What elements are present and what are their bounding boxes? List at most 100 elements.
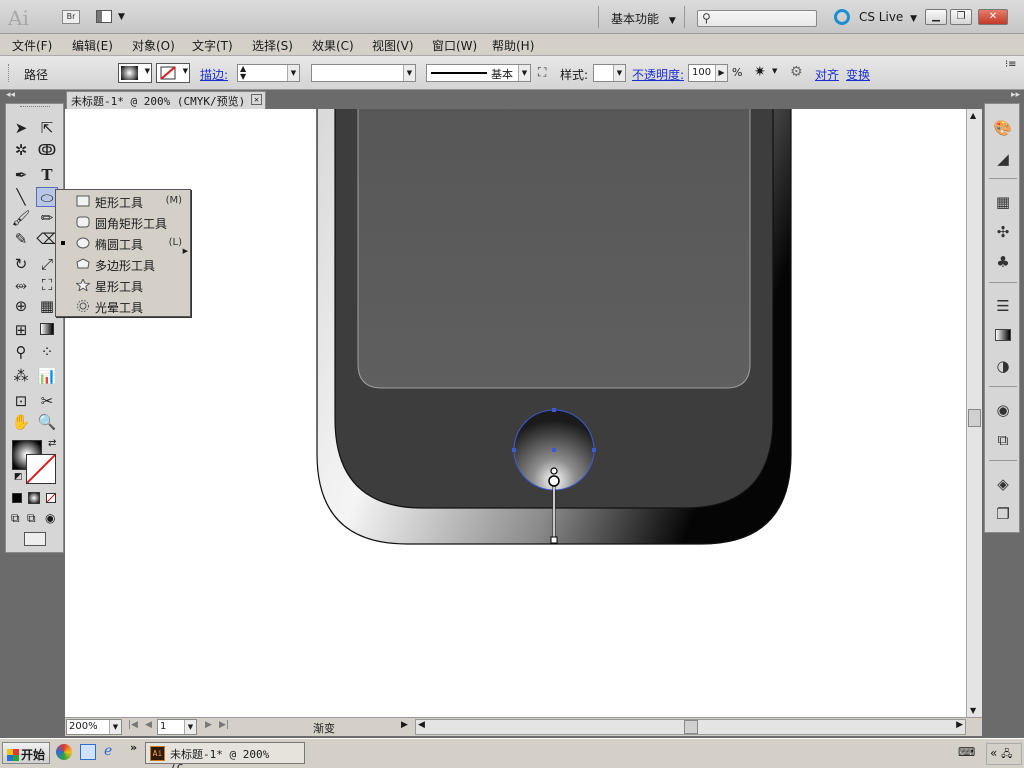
color-guide-icon[interactable]: ◢ (991, 148, 1015, 170)
stroke-icon[interactable]: ☰ (991, 295, 1015, 317)
panel-menu-icon[interactable]: ⁝≡ (1005, 59, 1017, 70)
variable-width-profile-dropdown[interactable]: ▼ (311, 64, 416, 82)
stroke-swatch[interactable]: ▼ (156, 63, 190, 83)
none-mode-icon[interactable] (46, 493, 56, 503)
menu-edit[interactable]: 编辑(E) (72, 37, 113, 54)
zoom-dropdown[interactable]: 200% ▼ (66, 719, 122, 735)
flyout-item-polygon[interactable]: 多边形工具 (56, 254, 186, 275)
menu-help[interactable]: 帮助(H) (492, 37, 534, 54)
tearoff-arrow-icon[interactable]: ▶ (183, 247, 188, 255)
draw-inside-icon[interactable]: ◉ (45, 511, 55, 525)
flyout-item-rectangle[interactable]: 矩形工具 (M) (56, 191, 186, 212)
hand-tool-icon[interactable]: ✋ (10, 412, 32, 432)
status-text[interactable]: 渐变 (313, 720, 335, 736)
vertical-scrollbar[interactable]: ▲ ▼ (966, 109, 982, 717)
last-artboard-icon[interactable]: ▶| (219, 720, 229, 730)
tray-expand-icon[interactable]: « (990, 746, 997, 760)
flyout-item-flare[interactable]: 光晕工具 (56, 296, 186, 317)
status-menu-icon[interactable]: ▶ (401, 720, 408, 730)
workspace-switcher[interactable]: 基本功能 ▼ (611, 10, 676, 27)
isolate-group-icon[interactable]: ⚙ (790, 64, 803, 80)
blend-tool-icon[interactable]: ⁘ (36, 342, 58, 362)
shape-builder-tool-icon[interactable]: ⊕ (10, 296, 32, 316)
internet-explorer-icon[interactable]: ℯ (104, 743, 112, 759)
bridge-button[interactable]: Br (62, 10, 80, 24)
pen-tool-icon[interactable]: ✒ (10, 165, 32, 185)
previous-artboard-icon[interactable]: ◀ (145, 720, 152, 730)
line-segment-tool-icon[interactable]: ╲ (10, 187, 32, 207)
draw-behind-icon[interactable]: ⧉ (27, 511, 36, 526)
screen-mode-icon[interactable] (24, 532, 46, 546)
minimize-button[interactable]: ▁ (925, 9, 947, 25)
scroll-thumb[interactable] (684, 720, 698, 734)
collapse-toolbox-icon[interactable]: ◂◂ (6, 90, 15, 100)
opacity-link[interactable]: 不透明度: (632, 66, 684, 83)
symbol-sprayer-tool-icon[interactable]: ⁂ (10, 366, 32, 386)
align-link[interactable]: 对齐 (815, 66, 839, 83)
scroll-up-icon[interactable]: ▲ (970, 111, 976, 120)
width-tool-icon[interactable]: ⥈ (10, 275, 32, 295)
cs-live-icon[interactable] (834, 9, 850, 25)
more-icon[interactable]: » (130, 741, 137, 754)
scroll-down-icon[interactable]: ▼ (970, 706, 976, 715)
color-panel-icon[interactable]: 🎨 (991, 117, 1015, 139)
flyout-item-ellipse[interactable]: 椭圆工具 (L) (56, 233, 186, 254)
search-input[interactable]: ⚲ (697, 10, 817, 27)
transform-link[interactable]: 变换 (846, 66, 870, 83)
stepper-icon[interactable]: ▲ ▼ (240, 65, 246, 81)
brush-definition-dropdown[interactable]: 基本 ▼ (426, 64, 531, 82)
artboard-dropdown[interactable]: 1 ▼ (157, 719, 197, 735)
scroll-left-icon[interactable]: ◀ (418, 720, 425, 730)
menu-object[interactable]: 对象(O) (132, 37, 175, 54)
zoom-tool-icon[interactable]: 🔍 (36, 412, 58, 432)
canvas[interactable] (65, 109, 966, 717)
flyout-item-rounded-rectangle[interactable]: 圆角矩形工具 (56, 212, 186, 233)
window-icon[interactable] (80, 744, 96, 760)
menu-effect[interactable]: 效果(C) (312, 37, 354, 54)
swap-colors-icon[interactable]: ⇄ (48, 438, 56, 449)
chevron-down-icon[interactable]: ▼ (772, 67, 777, 75)
network-icon[interactable]: 🖧 (1001, 749, 1012, 760)
opacity-field[interactable]: 100 ▶ (688, 64, 728, 82)
flyout-item-star[interactable]: 星形工具 (56, 275, 186, 296)
start-button[interactable]: 开始 (2, 742, 50, 764)
expand-panels-icon[interactable]: ▸▸ (1011, 90, 1020, 100)
default-colors-icon[interactable]: ◩ (14, 472, 23, 482)
color-mode-icon[interactable] (12, 493, 22, 503)
menu-window[interactable]: 窗口(W) (432, 37, 477, 54)
chrome-icon[interactable] (56, 744, 72, 760)
document-tab[interactable]: 未标题-1* @ 200% (CMYK/预览) ✕ (66, 91, 266, 109)
brushes-icon[interactable]: ✣ (991, 221, 1015, 243)
transparency-icon[interactable]: ◑ (991, 355, 1015, 377)
stroke-weight-field[interactable]: ▲ ▼ ▼ (237, 64, 300, 82)
column-graph-tool-icon[interactable]: 📊 (36, 366, 58, 386)
magic-wand-tool-icon[interactable]: ✲ (10, 140, 32, 160)
stroke-link[interactable]: 描边: (200, 66, 228, 83)
menu-view[interactable]: 视图(V) (372, 37, 414, 54)
graphic-styles-icon[interactable]: ⧉ (991, 429, 1015, 451)
restore-button[interactable]: ❐ (950, 9, 972, 25)
gradient-tool-icon[interactable] (36, 320, 58, 340)
taskbar-item-illustrator[interactable]: Ai 未标题-1* @ 200% (C... (145, 742, 305, 768)
gradient-icon[interactable] (991, 325, 1015, 347)
keyboard-icon[interactable]: ⌨ (958, 745, 975, 759)
swatches-icon[interactable]: ▦ (991, 191, 1015, 213)
scroll-right-icon[interactable]: ▶ (956, 720, 963, 730)
paintbrush-tool-icon[interactable]: 🖌 (10, 208, 32, 228)
arrange-documents-button[interactable]: ▼ (96, 9, 132, 25)
slice-tool-icon[interactable]: ✂ (36, 391, 58, 411)
layers-icon[interactable]: ◈ (991, 473, 1015, 495)
fill-swatch[interactable]: ▼ (118, 63, 152, 83)
panel-gripper[interactable] (8, 64, 12, 82)
rotate-tool-icon[interactable]: ↻ (10, 254, 32, 274)
graphic-style-options-icon[interactable]: ⛶ (538, 65, 546, 80)
eyedropper-tool-icon[interactable]: ⚲ (10, 342, 32, 362)
first-artboard-icon[interactable]: |◀ (128, 720, 138, 730)
selection-tool-icon[interactable]: ➤ (10, 118, 32, 138)
toolbox-gripper[interactable] (20, 106, 50, 108)
draw-normal-icon[interactable]: ⧉ (11, 511, 20, 526)
menu-file[interactable]: 文件(F) (12, 37, 52, 54)
type-tool-icon[interactable]: T (36, 165, 58, 185)
symbols-icon[interactable]: ♣ (991, 251, 1015, 273)
artboards-icon[interactable]: ❐ (991, 503, 1015, 525)
